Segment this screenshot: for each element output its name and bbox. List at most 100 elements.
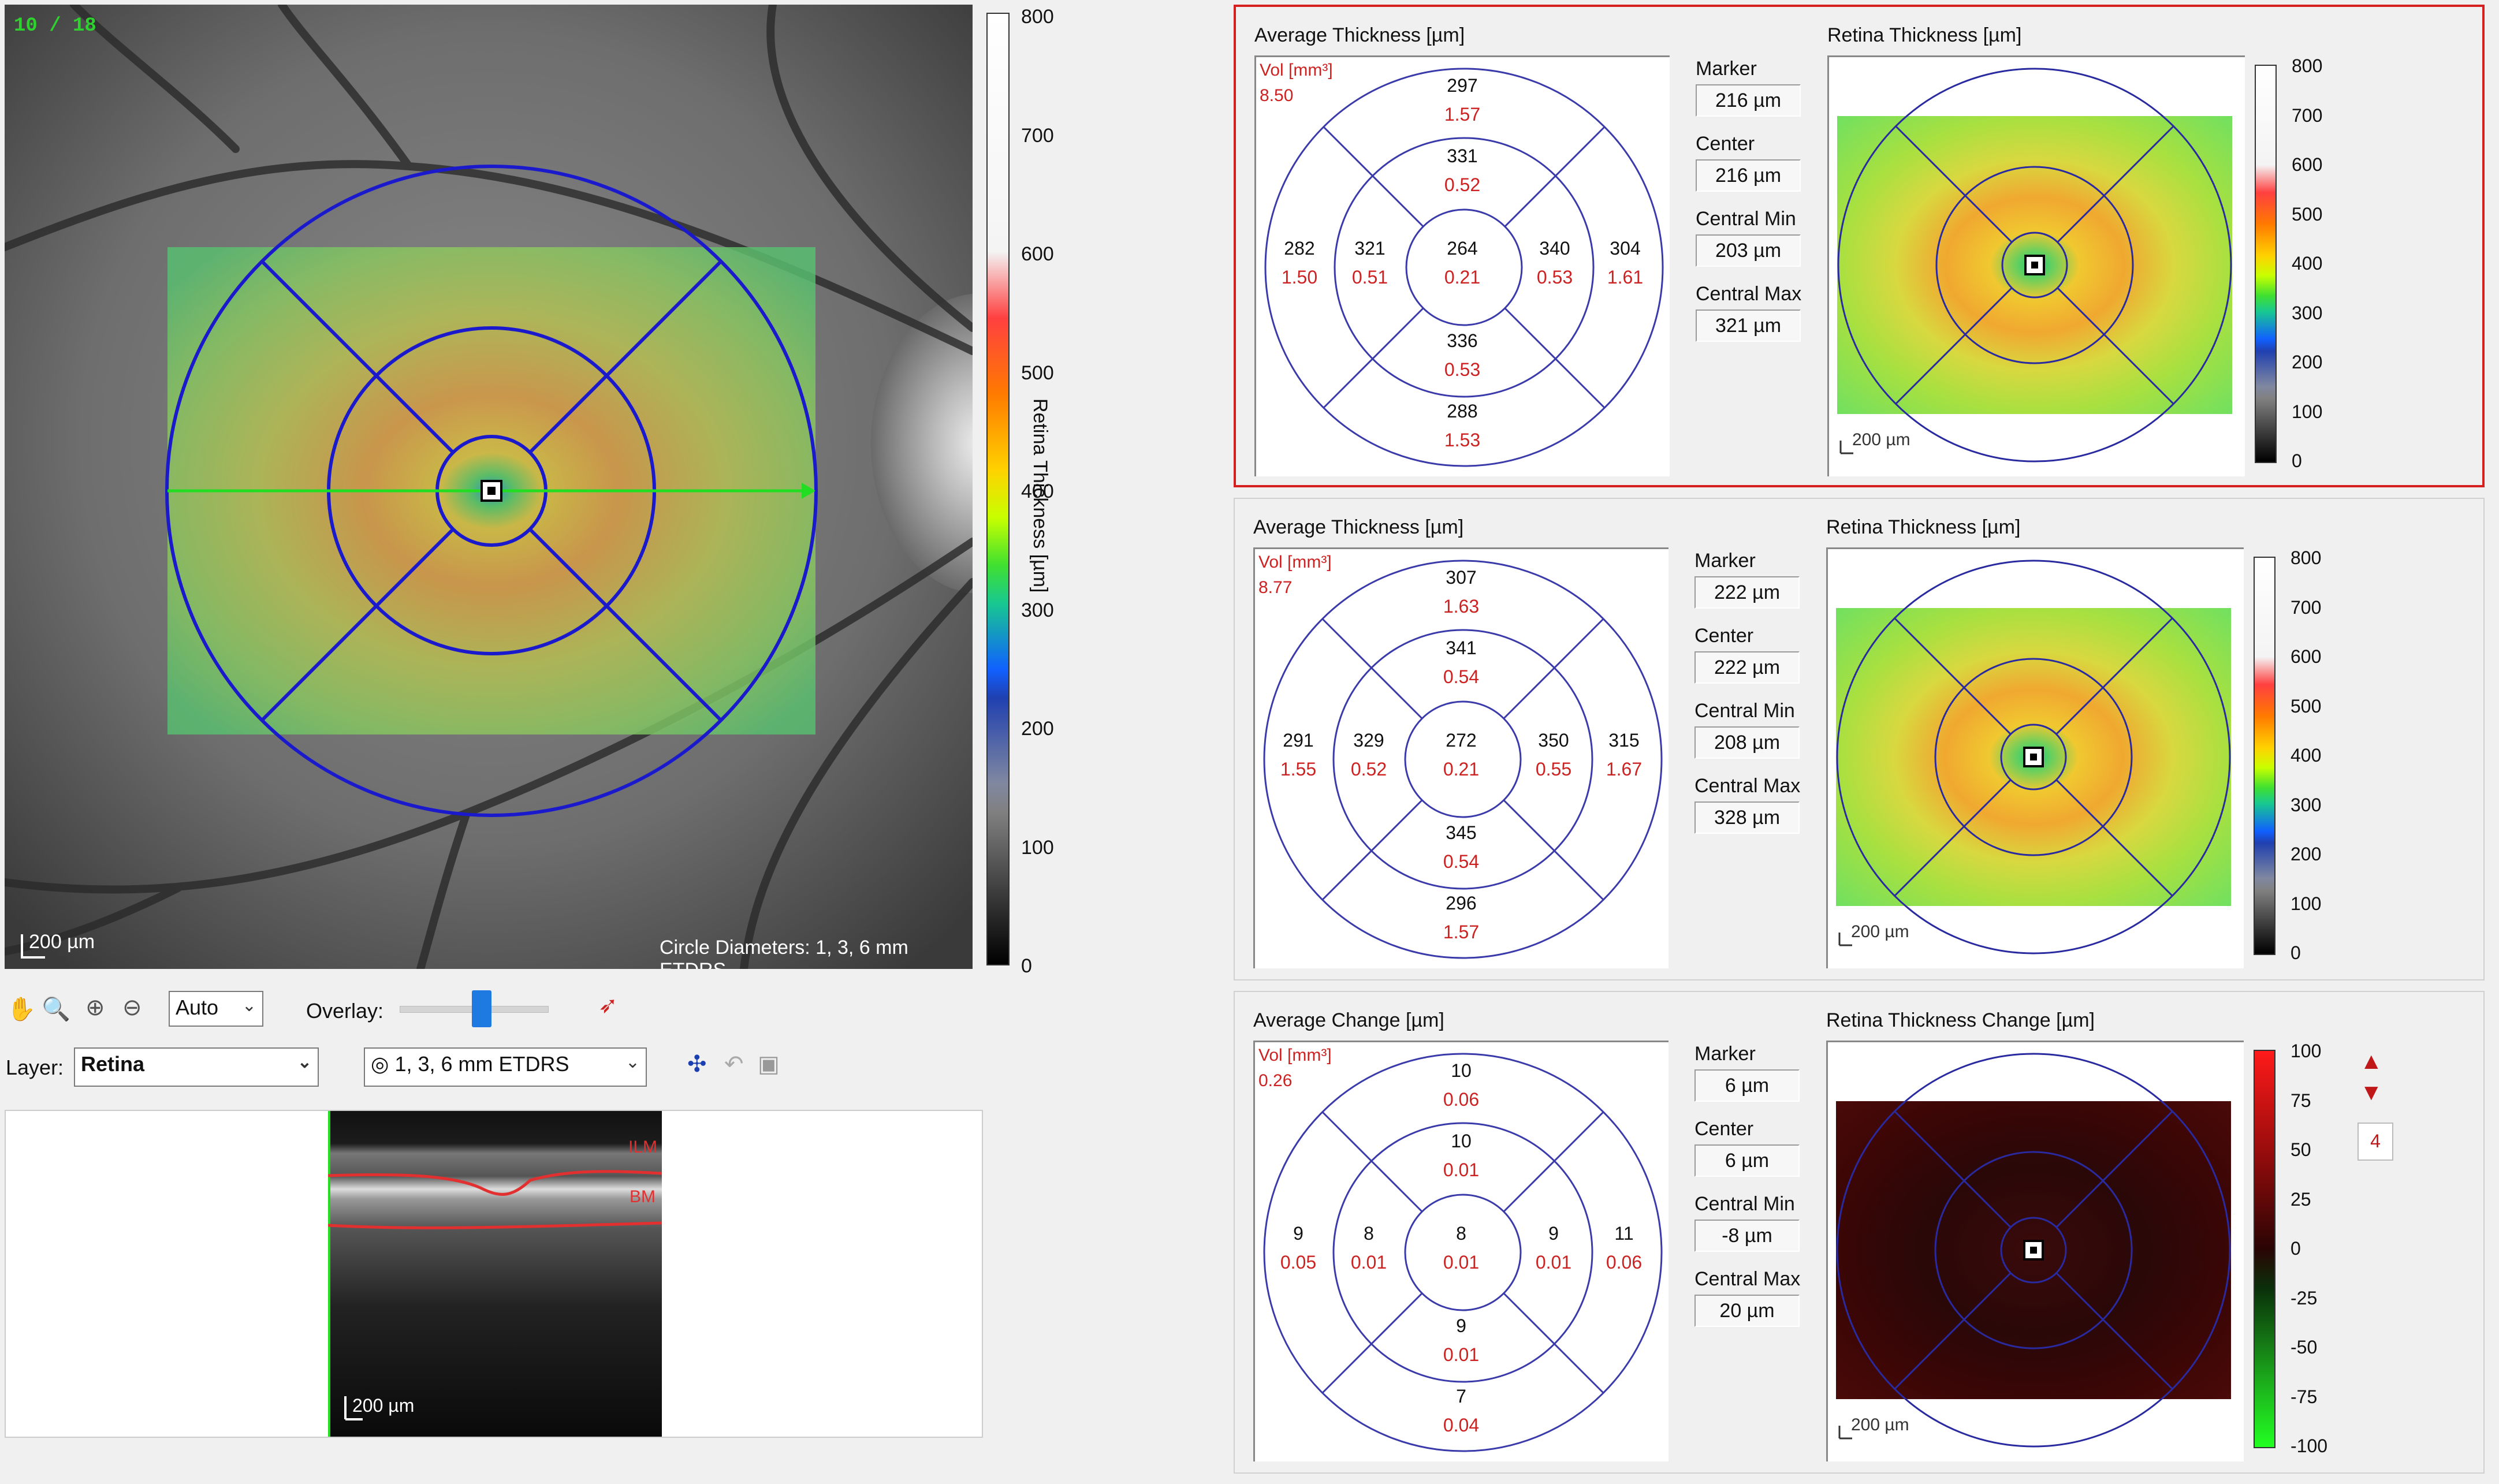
- map-colorbar-tick: 700: [2291, 596, 2322, 618]
- chevron-down-icon: ⌄: [625, 1053, 640, 1072]
- sector-outer-bottom-value: 288: [1447, 401, 1478, 422]
- fundus-image[interactable]: [5, 5, 973, 969]
- sector-inner-left-value: 321: [1354, 238, 1386, 259]
- map-colorbar-tick: 300: [2292, 302, 2323, 323]
- layer-select-value: Retina: [81, 1052, 145, 1076]
- colorbar-tick-label: 100: [1021, 836, 1054, 859]
- map-scale-label: 200 µm: [1851, 1415, 1909, 1434]
- zoom-select[interactable]: Auto ⌄: [169, 991, 263, 1027]
- stat-value: 321 µm: [1696, 310, 1801, 342]
- stat-label: Center: [1694, 625, 1754, 647]
- arrow-down-icon[interactable]: ▼: [2360, 1080, 2383, 1106]
- analysis-section[interactable]: Average Thickness [µm] Retina Thickness […: [1234, 5, 2485, 487]
- map-colorbar-tick: 100: [2292, 401, 2323, 422]
- section-title: Average Thickness [µm]: [1253, 516, 1464, 538]
- stat-value: 222 µm: [1694, 651, 1800, 684]
- map-colorbar-tick: 0: [2292, 450, 2302, 471]
- sector-inner-right-value: 350: [1538, 730, 1569, 751]
- map-colorbar-tick: 400: [2291, 745, 2322, 766]
- map-colorbar-tick: -75: [2291, 1386, 2318, 1407]
- fovea-marker[interactable]: [481, 480, 502, 502]
- map-colorbar-tick: -25: [2291, 1287, 2318, 1308]
- layer-select[interactable]: Retina ⌄: [74, 1047, 319, 1087]
- overlay-slider[interactable]: [400, 990, 549, 1027]
- sector-inner-bottom-value: 336: [1447, 330, 1478, 351]
- sector-inner-bottom-volume: 0.01: [1443, 1344, 1480, 1365]
- pan-hand-icon[interactable]: ✋: [7, 995, 36, 1023]
- stat-value: 6 µm: [1694, 1144, 1800, 1177]
- section-title: Average Thickness [µm]: [1254, 24, 1465, 46]
- magnifier-icon[interactable]: 🔍: [42, 995, 70, 1023]
- sector-outer-right-value: 11: [1614, 1223, 1634, 1244]
- sector-center-value: 272: [1446, 730, 1477, 751]
- sector-outer-top-value: 297: [1447, 75, 1478, 96]
- colorbar-tick-label: 800: [1021, 6, 1054, 28]
- analysis-section[interactable]: Average Change [µm] Retina Thickness Chan…: [1234, 991, 2485, 1474]
- map-colorbar-tick: 0: [2291, 1238, 2301, 1259]
- frame-counter: 10 / 18: [14, 15, 96, 37]
- step-value-field[interactable]: 4: [2358, 1123, 2393, 1161]
- stat-value: 216 µm: [1696, 84, 1801, 117]
- chevron-down-icon: ⌄: [241, 996, 256, 1015]
- sector-outer-bottom-volume: 1.53: [1444, 430, 1481, 450]
- thickness-map-panel[interactable]: 200 µm: [1826, 547, 2244, 968]
- sector-outer-left-volume: 1.50: [1281, 267, 1318, 288]
- arrow-up-icon[interactable]: ▲: [2360, 1049, 2383, 1075]
- stat-label: Marker: [1696, 58, 1757, 80]
- grid-select[interactable]: ◎ 1, 3, 6 mm ETDRS ⌄: [364, 1047, 647, 1087]
- sector-inner-left-value: 8: [1364, 1223, 1374, 1244]
- ilm-label: ILM: [628, 1138, 658, 1157]
- sector-outer-bottom-value: 7: [1456, 1386, 1466, 1407]
- map-colorbar-tick: 500: [2292, 203, 2323, 225]
- sector-inner-bottom-value: 9: [1456, 1315, 1466, 1336]
- save-icon[interactable]: ▣: [758, 1051, 780, 1077]
- map-colorbar-tick: 600: [2292, 154, 2323, 175]
- overlay-slider-thumb[interactable]: [471, 990, 491, 1027]
- stat-label: Central Max: [1694, 775, 1801, 797]
- map-colorbar-tick: 200: [2292, 352, 2323, 372]
- volume-label: Vol [mm³]: [1258, 1046, 1332, 1065]
- sector-outer-top-value: 307: [1446, 567, 1477, 588]
- sector-inner-bottom-value: 345: [1446, 822, 1477, 843]
- analysis-section[interactable]: Average Thickness [µm] Retina Thickness […: [1234, 498, 2485, 980]
- colorbar-tick-label: 600: [1021, 243, 1054, 265]
- stat-value: -8 µm: [1694, 1220, 1800, 1252]
- map-colorbar-tick: -100: [2291, 1435, 2328, 1456]
- center-align-icon[interactable]: ✣: [687, 1051, 707, 1077]
- cursor-pointer-icon[interactable]: ➶: [598, 992, 618, 1019]
- sector-outer-right-volume: 0.06: [1606, 1252, 1643, 1273]
- thickness-map-panel[interactable]: 200 µm: [1827, 55, 2245, 476]
- circle-diameters-note: Circle Diameters: 1, 3, 6 mm ETDRS: [660, 937, 908, 969]
- map-colorbar-tick: 100: [2291, 893, 2322, 914]
- sector-inner-top-volume: 0.01: [1443, 1159, 1480, 1180]
- fundus-scale-label: 200 µm: [29, 931, 95, 953]
- sector-center-volume: 0.01: [1443, 1252, 1480, 1273]
- grid-select-value: 1, 3, 6 mm ETDRS: [394, 1052, 569, 1076]
- stat-label: Center: [1696, 133, 1755, 155]
- undo-icon[interactable]: ↶: [724, 1051, 744, 1077]
- map-colorbar-tick: -50: [2291, 1337, 2318, 1358]
- map-colorbar-tick: 400: [2292, 253, 2323, 274]
- volume-value: 0.26: [1258, 1071, 1293, 1090]
- thickness-map-panel[interactable]: 200 µm: [1826, 1041, 2244, 1461]
- bscan-panel: ILM BM 200 µm: [5, 1110, 983, 1438]
- map-colorbar-tick: 300: [2291, 794, 2322, 815]
- sector-inner-bottom-volume: 0.53: [1444, 359, 1481, 380]
- stat-label: Marker: [1694, 550, 1756, 572]
- stat-label: Central Min: [1696, 208, 1796, 230]
- colorbar-title: Retina Thickness [µm]: [1029, 398, 1051, 593]
- sector-inner-right-value: 340: [1539, 238, 1570, 259]
- fundus-image-panel[interactable]: 10 / 18 200 µm Circle Diameters: 1, 3, 6…: [5, 5, 973, 969]
- colorbar-tick-label: 200: [1021, 718, 1054, 740]
- sector-inner-top-volume: 0.54: [1443, 666, 1480, 687]
- layer-label: Layer:: [6, 1056, 64, 1079]
- zoom-select-value: Auto: [176, 995, 219, 1019]
- sector-outer-right-value: 304: [1610, 238, 1641, 259]
- bscan-image[interactable]: [328, 1111, 662, 1437]
- zoom-in-icon[interactable]: ⊕: [85, 994, 105, 1021]
- colorbar-tick-label: 500: [1021, 361, 1054, 384]
- zoom-out-icon[interactable]: ⊖: [122, 994, 142, 1021]
- chevron-down-icon: ⌄: [297, 1053, 312, 1072]
- analysis-area: Average Thickness [µm] Retina Thickness […: [1234, 0, 2499, 1484]
- overlay-label: Overlay:: [306, 999, 384, 1023]
